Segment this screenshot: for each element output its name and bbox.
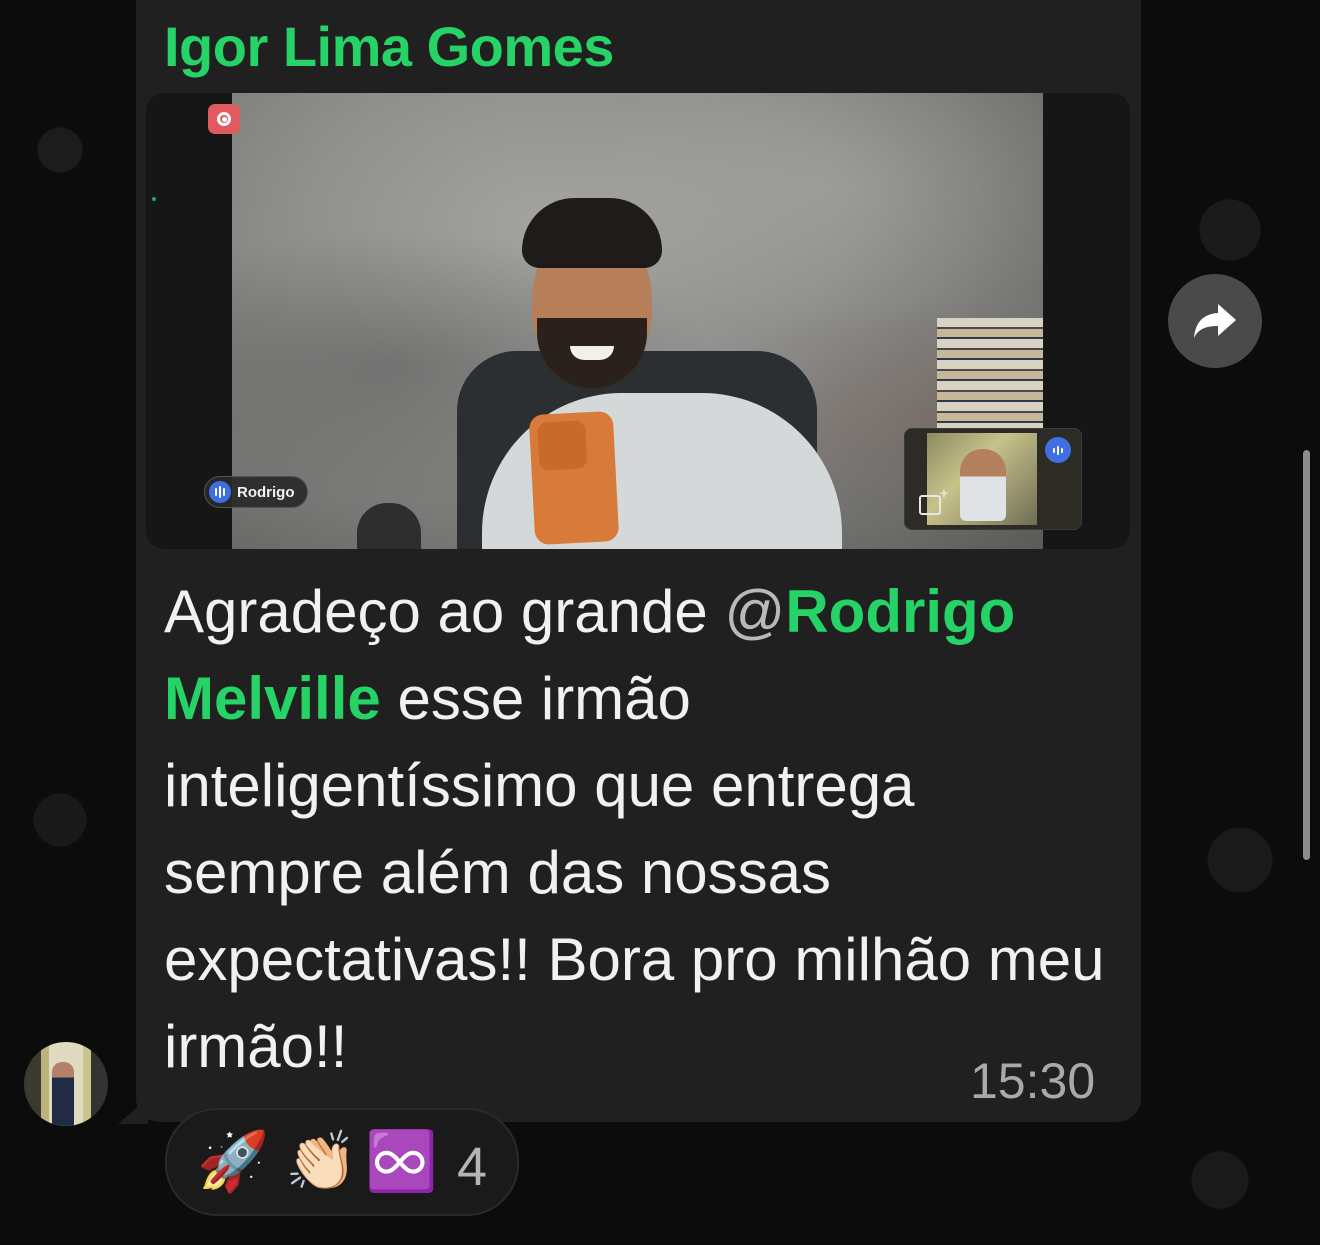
audio-level-icon xyxy=(209,481,231,503)
forward-button[interactable] xyxy=(1168,274,1262,368)
picture-in-picture[interactable] xyxy=(904,428,1082,530)
scrollbar[interactable] xyxy=(1303,450,1310,860)
pip-person xyxy=(960,449,1006,521)
record-icon[interactable] xyxy=(208,104,240,134)
avatar[interactable] xyxy=(24,1042,108,1126)
person-hair xyxy=(522,198,662,268)
participant-name: Rodrigo xyxy=(237,483,295,501)
reaction-infinity[interactable]: ♾️ xyxy=(365,1132,437,1192)
message-time: 15:30 xyxy=(970,1053,1096,1109)
reactions-bar[interactable]: 🚀 👏🏻 ♾️ 4 xyxy=(165,1108,519,1216)
reaction-clap[interactable]: 👏🏻 xyxy=(285,1132,357,1192)
book-stack xyxy=(937,318,1043,428)
reaction-count: 4 xyxy=(457,1137,488,1197)
avatar-person xyxy=(52,1062,74,1126)
phone-camera xyxy=(537,420,588,471)
phone xyxy=(528,410,620,546)
forward-arrow-icon xyxy=(1194,304,1236,338)
sender-name[interactable]: Igor Lima Gomes xyxy=(164,14,614,79)
reaction-rocket[interactable]: 🚀 xyxy=(197,1132,269,1192)
video-screenshot[interactable]: Rodrigo xyxy=(146,93,1130,549)
status-dot xyxy=(152,197,156,201)
audio-level-icon xyxy=(1045,437,1071,463)
participant-chip: Rodrigo xyxy=(204,476,308,508)
message-text: Agradeço ao grande @Rodrigo Melville ess… xyxy=(164,568,1114,1090)
message-text-before: Agradeço ao grande xyxy=(164,578,725,645)
mention-at[interactable]: @ xyxy=(724,578,785,645)
add-image-icon[interactable] xyxy=(919,485,948,515)
